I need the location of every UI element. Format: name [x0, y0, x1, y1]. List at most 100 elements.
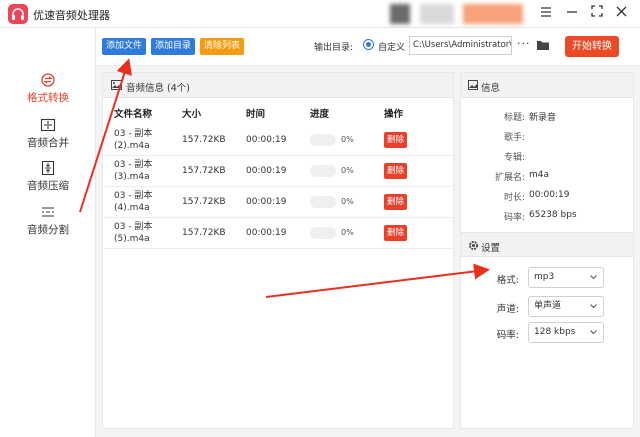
- file-list-panel: 音频信息 (4个) 文件名称 大小 时间 进度 操作 03 - 副本 (2).m4…: [102, 72, 454, 429]
- format-select[interactable]: mp3: [528, 267, 604, 288]
- title-bar: 优速音频处理器: [0, 0, 640, 28]
- file-name-cell: 03 - 副本 (5).m4a: [114, 222, 153, 244]
- progress-bar: [310, 165, 336, 177]
- progress-bar: [310, 134, 336, 146]
- file-time-cell: 00:00:19: [246, 135, 287, 145]
- progress-percent: 0%: [341, 228, 354, 237]
- fullscreen-icon[interactable]: [588, 5, 606, 23]
- chevron-down-icon: [590, 275, 597, 280]
- file-time-cell: 00:00:19: [246, 166, 287, 176]
- file-time-cell: 00:00:19: [246, 197, 287, 207]
- table-row[interactable]: 03 - 副本 (2).m4a 157.72KB 00:00:19 0% 删除: [103, 125, 453, 156]
- file-name-cell: 03 - 副本 (2).m4a: [114, 129, 153, 151]
- sidebar-item-format-convert[interactable]: 格式转换: [0, 73, 96, 105]
- sidebar-item-split[interactable]: 音频分割: [0, 205, 96, 237]
- compress-icon: [41, 161, 55, 175]
- menu-icon[interactable]: [537, 5, 555, 23]
- close-icon[interactable]: [612, 5, 630, 23]
- progress-bar: [310, 227, 336, 239]
- info-value-extension: m4a: [529, 170, 550, 180]
- delete-button[interactable]: 删除: [384, 163, 408, 179]
- custom-radio-label[interactable]: 自定义: [378, 40, 405, 53]
- info-header: 信息: [461, 73, 633, 98]
- settings-title: 设置: [481, 243, 501, 254]
- browse-more-button[interactable]: ···: [517, 37, 531, 50]
- channel-select[interactable]: 单声道: [528, 296, 604, 317]
- settings-header: 设置: [461, 232, 633, 257]
- file-size-cell: 157.72KB: [182, 166, 226, 176]
- info-label-title: 标题:: [503, 113, 525, 123]
- info-label-extension: 扩展名:: [494, 173, 525, 183]
- column-header-name: 文件名称: [114, 109, 153, 120]
- chevron-down-icon: [590, 330, 597, 335]
- vip-badge[interactable]: [463, 4, 523, 24]
- table-row[interactable]: 03 - 副本 (4).m4a 157.72KB 00:00:19 0% 删除: [103, 187, 453, 218]
- progress-bar: [310, 196, 336, 208]
- format-label: 格式:: [496, 275, 519, 286]
- info-settings-panel: 信息 标题: 新录音 歌手: 专辑: 扩展名: m4a 时长: 00:00:19…: [460, 72, 634, 429]
- file-name-cell: 03 - 副本 (4).m4a: [114, 191, 153, 213]
- add-file-button[interactable]: 添加文件: [102, 38, 147, 55]
- sidebar-item-label: 音频压缩: [27, 180, 69, 192]
- sidebar-item-label: 格式转换: [27, 92, 69, 104]
- info-label-bitrate: 码率:: [503, 213, 525, 223]
- delete-button[interactable]: 删除: [384, 132, 408, 148]
- headphones-icon: [12, 8, 24, 20]
- column-header-action: 操作: [384, 109, 404, 120]
- channel-value: 单声道: [534, 301, 562, 311]
- user-avatar[interactable]: [390, 4, 410, 24]
- info-label-duration: 时长:: [503, 193, 525, 203]
- gear-icon: [469, 241, 478, 250]
- image-icon: [468, 80, 478, 90]
- info-label-artist: 歌手:: [503, 133, 525, 143]
- file-time-cell: 00:00:19: [246, 228, 287, 238]
- minimize-icon[interactable]: [563, 5, 581, 23]
- info-title: 信息: [481, 83, 501, 94]
- file-size-cell: 157.72KB: [182, 228, 226, 238]
- add-directory-button[interactable]: 添加目录: [151, 38, 196, 55]
- clear-list-button[interactable]: 清除列表: [200, 38, 245, 55]
- convert-icon: [41, 73, 55, 87]
- progress-percent: 0%: [341, 166, 354, 175]
- info-label-album: 专辑:: [503, 153, 525, 163]
- progress-percent: 0%: [341, 135, 354, 144]
- app-logo: [8, 4, 28, 24]
- file-panel-title: 音频信息 (4个): [126, 83, 190, 94]
- sidebar-item-compress[interactable]: 音频压缩: [0, 161, 96, 193]
- bitrate-label: 码率:: [496, 330, 519, 341]
- progress-percent: 0%: [341, 197, 354, 206]
- app-title: 优速音频处理器: [33, 9, 110, 22]
- custom-radio[interactable]: [363, 39, 374, 50]
- start-convert-button[interactable]: 开始转换: [565, 36, 619, 57]
- bitrate-value: 128 kbps: [534, 327, 576, 337]
- sidebar-item-label: 音频合并: [27, 137, 69, 149]
- split-icon: [42, 207, 54, 217]
- sidebar: 格式转换 音频合并 音频压缩 音频分割: [0, 28, 96, 437]
- column-header-progress: 进度: [310, 109, 330, 120]
- column-header-size: 大小: [182, 109, 202, 120]
- file-name-cell: 03 - 副本 (3).m4a: [114, 160, 153, 182]
- file-size-cell: 157.72KB: [182, 197, 226, 207]
- file-size-cell: 157.72KB: [182, 135, 226, 145]
- table-row[interactable]: 03 - 副本 (5).m4a 157.72KB 00:00:19 0% 删除: [103, 218, 453, 249]
- info-value-title: 新录音: [529, 113, 557, 123]
- output-dir-label: 输出目录:: [314, 43, 354, 53]
- column-header-time: 时间: [246, 109, 266, 120]
- user-name: [420, 4, 454, 24]
- info-value-duration: 00:00:19: [529, 190, 570, 200]
- info-value-bitrate: 65238 bps: [529, 210, 577, 220]
- merge-icon: [40, 118, 56, 132]
- output-path-input[interactable]: C:\Users\Administrator\: [409, 36, 512, 55]
- image-icon: [111, 80, 122, 90]
- chevron-down-icon: [590, 304, 597, 309]
- format-value: mp3: [534, 272, 555, 282]
- sidebar-item-label: 音频分割: [27, 224, 69, 236]
- delete-button[interactable]: 删除: [384, 194, 408, 210]
- bitrate-select[interactable]: 128 kbps: [528, 322, 604, 343]
- table-row[interactable]: 03 - 副本 (3).m4a 157.72KB 00:00:19 0% 删除: [103, 156, 453, 187]
- sidebar-item-merge[interactable]: 音频合并: [0, 118, 96, 150]
- channel-label: 声道:: [496, 304, 519, 315]
- delete-button[interactable]: 删除: [384, 225, 408, 241]
- file-panel-header: 音频信息 (4个): [103, 73, 453, 98]
- folder-icon[interactable]: [536, 39, 550, 51]
